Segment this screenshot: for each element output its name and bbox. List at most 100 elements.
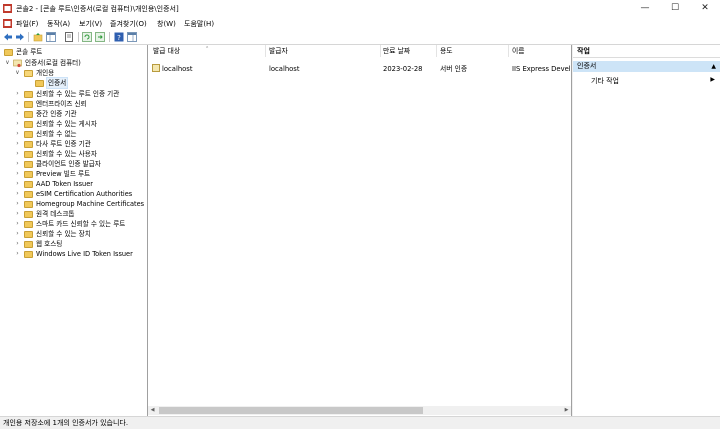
properties-icon[interactable] xyxy=(64,32,74,42)
folder-icon xyxy=(24,131,33,138)
expand-chevron-icon[interactable]: › xyxy=(14,249,21,259)
expand-chevron-icon[interactable]: › xyxy=(14,179,21,189)
menu-favorites[interactable]: 즐겨찾기(O) xyxy=(110,19,147,29)
expand-chevron-icon[interactable]: › xyxy=(14,109,21,119)
tree-node-folder[interactable]: › eSIM Certification Authorities xyxy=(0,189,146,199)
tree-node-folder[interactable]: › 엔터프라이즈 신뢰 xyxy=(0,99,146,109)
actions-section-certificates[interactable]: 인증서 ▲ xyxy=(573,61,720,72)
mmc-menu-icon[interactable] xyxy=(3,19,12,28)
forward-arrow-icon[interactable] xyxy=(15,32,25,42)
console-tree[interactable]: 콘솔 루트 ∨ 인증서(로컬 컴퓨터) ∨ 개인용 인증서 › 신뢰할 수 있는 … xyxy=(0,45,148,416)
minimize-button[interactable]: — xyxy=(630,0,660,17)
export-list-icon[interactable] xyxy=(95,32,105,42)
expand-chevron-icon[interactable]: › xyxy=(14,239,21,249)
expand-chevron-icon[interactable]: › xyxy=(14,89,21,99)
more-actions-link[interactable]: 기타 작업 xyxy=(591,76,619,86)
collapse-chevron-icon[interactable]: ∨ xyxy=(4,58,11,68)
folder-icon xyxy=(24,101,33,108)
toolbar-separator xyxy=(28,32,29,42)
scroll-right-arrow-icon[interactable]: ▶ xyxy=(562,406,571,415)
tree-node-folder[interactable]: › 신뢰할 수 있는 장치 xyxy=(0,229,146,239)
column-header-issued-by[interactable]: 발급자 xyxy=(269,45,288,57)
maximize-button[interactable]: ☐ xyxy=(660,0,690,17)
show-hide-action-pane-icon[interactable] xyxy=(127,32,137,42)
certificate-store-icon xyxy=(13,59,22,68)
collapse-up-icon[interactable]: ▲ xyxy=(711,61,716,72)
menu-file[interactable]: 파일(F) xyxy=(16,19,38,29)
certificate-list[interactable]: 발급 대상 ⌃ 발급자 만료 날짜 용도 이름 localhost localh… xyxy=(148,45,571,416)
folder-icon xyxy=(24,161,33,168)
expand-chevron-icon[interactable]: › xyxy=(14,189,21,199)
tree-node-folder[interactable]: › 클라이언트 인증 발급자 xyxy=(0,159,146,169)
folder-icon xyxy=(35,80,44,87)
collapse-chevron-icon[interactable]: ∨ xyxy=(14,68,21,78)
tree-node-folder[interactable]: › 신뢰할 수 있는 사용자 xyxy=(0,149,146,159)
expand-chevron-icon[interactable]: › xyxy=(14,209,21,219)
column-divider[interactable] xyxy=(265,45,266,57)
menu-window[interactable]: 창(W) xyxy=(157,19,176,29)
svg-text:?: ? xyxy=(117,34,121,42)
expand-chevron-icon[interactable]: › xyxy=(14,229,21,239)
column-header-expiration-date[interactable]: 만료 날짜 xyxy=(383,45,410,57)
tree-node-personal[interactable]: ∨ 개인용 xyxy=(0,68,146,78)
expand-chevron-icon[interactable]: › xyxy=(14,219,21,229)
selected-tree-label: 인증서 xyxy=(45,77,69,89)
tree-node-folder[interactable]: › Homegroup Machine Certificates xyxy=(0,199,146,209)
tree-node-personal-certificates[interactable]: 인증서 xyxy=(0,77,146,89)
tree-node-folder[interactable]: › 원격 데스크톱 xyxy=(0,209,146,219)
column-header-intended-purposes[interactable]: 용도 xyxy=(440,45,453,57)
column-header-issued-to[interactable]: 발급 대상 xyxy=(153,45,180,57)
refresh-icon[interactable] xyxy=(82,32,92,42)
column-divider[interactable] xyxy=(380,45,381,57)
tree-node-folder[interactable]: › 중간 인증 기관 xyxy=(0,109,146,119)
menu-help[interactable]: 도움말(H) xyxy=(184,19,214,29)
tree-node-certificates-local-computer[interactable]: ∨ 인증서(로컬 컴퓨터) xyxy=(0,58,146,68)
tree-node-folder[interactable]: › 신뢰할 수 있는 루트 인증 기관 xyxy=(0,89,146,99)
tree-node-folder[interactable]: › 웹 호스팅 xyxy=(0,239,146,249)
column-header-friendly-name[interactable]: 이름 xyxy=(512,45,525,57)
scroll-left-arrow-icon[interactable]: ◀ xyxy=(148,406,157,415)
tree-node-folder[interactable]: › 타사 루트 인증 기관 xyxy=(0,139,146,149)
cell-intended-purposes: 서버 인증 xyxy=(440,65,468,73)
expand-chevron-icon[interactable]: › xyxy=(14,149,21,159)
expand-chevron-icon[interactable]: › xyxy=(14,169,21,179)
tree-node-folder[interactable]: › AAD Token Issuer xyxy=(0,179,146,189)
status-bar: 개인용 저장소에 1개의 인증서가 있습니다. xyxy=(0,416,720,429)
expand-chevron-icon[interactable]: › xyxy=(14,199,21,209)
scrollbar-thumb[interactable] xyxy=(159,407,423,414)
cell-friendly-name: IIS Express Develop xyxy=(512,65,571,73)
tree-node-console-root[interactable]: 콘솔 루트 xyxy=(0,47,146,57)
expand-chevron-icon[interactable]: › xyxy=(14,139,21,149)
tree-node-folder[interactable]: › 신뢰할 수 없는 xyxy=(0,129,146,139)
expand-chevron-icon[interactable]: › xyxy=(14,129,21,139)
expand-chevron-icon[interactable]: › xyxy=(14,99,21,109)
tree-node-folder[interactable]: › 신뢰할 수 있는 게시자 xyxy=(0,119,146,129)
column-divider[interactable] xyxy=(508,45,509,57)
close-button[interactable]: ✕ xyxy=(690,0,720,17)
tree-node-folder[interactable]: › Windows Live ID Token Issuer xyxy=(0,249,146,259)
horizontal-scrollbar[interactable]: ◀ ▶ xyxy=(148,406,571,415)
sort-ascending-icon: ⌃ xyxy=(205,46,210,52)
column-divider[interactable] xyxy=(436,45,437,57)
back-arrow-icon[interactable] xyxy=(3,32,13,42)
folder-icon xyxy=(24,241,33,248)
menu-action[interactable]: 동작(A) xyxy=(47,19,70,29)
toolbar-separator xyxy=(78,32,79,42)
title-bar: 콘솔2 - [콘솔 루트\인증서(로컬 컴퓨터)\개인용\인증서] — ☐ ✕ xyxy=(0,0,720,18)
expand-chevron-icon[interactable]: › xyxy=(14,119,21,129)
tree-node-folder[interactable]: › Preview 빌드 루트 xyxy=(0,169,146,179)
folder-icon xyxy=(24,151,33,158)
show-hide-tree-icon[interactable] xyxy=(46,32,56,42)
expand-chevron-icon[interactable]: › xyxy=(14,159,21,169)
menu-view[interactable]: 보기(V) xyxy=(79,19,102,29)
tree-node-folder[interactable]: › 스마트 카드 신뢰할 수 있는 루트 xyxy=(0,219,146,229)
folder-icon xyxy=(24,211,33,218)
actions-header: 작업 xyxy=(573,45,720,58)
folder-icon xyxy=(24,121,33,128)
menu-bar: 파일(F) 동작(A) 보기(V) 즐겨찾기(O) 창(W) 도움말(H) xyxy=(0,17,720,30)
folder-icon xyxy=(24,171,33,178)
up-folder-icon[interactable] xyxy=(33,32,43,42)
help-icon[interactable]: ? xyxy=(114,32,124,42)
submenu-arrow-icon[interactable]: ▶ xyxy=(710,76,715,83)
folder-icon xyxy=(24,91,33,98)
